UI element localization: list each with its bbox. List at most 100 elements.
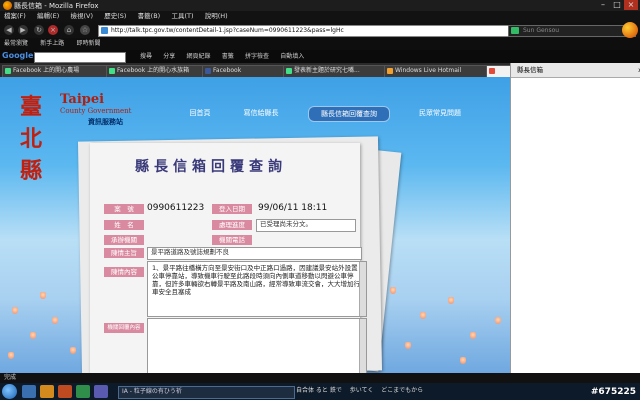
tab-favicon-icon [5,68,11,74]
tab-facebook[interactable]: Facebook [202,65,294,77]
taskbar: IA - 粒子線の有ひう祈 自合体 ると 鉄で 歩いてく どこまでもから #67… [0,383,640,400]
label-date: 登入日期 [212,204,252,214]
media-player-bar[interactable]: IA - 粒子線の有ひう祈 [118,386,295,399]
google-autofill-button[interactable]: 自動填入 [280,53,304,60]
menu-tools[interactable]: 工具(T) [171,12,193,20]
lantern-image [448,297,454,304]
lantern-image [420,312,426,319]
nav-faq[interactable]: 民眾常見問題 [410,106,470,120]
tab-label: Facebook 上的開心水族箱 [117,67,190,74]
close-button[interactable]: × [624,0,638,10]
firefox-taskbar-icon[interactable] [58,385,72,398]
tab-forum[interactable]: 發表新主題於研究七嘴... [283,65,395,77]
label-phone: 機關電話 [212,235,252,245]
tab-farm[interactable]: Facebook 上的開心農場 [2,65,117,77]
menu-edit[interactable]: 編輯(E) [37,12,59,20]
window-title-bar: 縣長信箱 - Mozilla Firefox – □ × [0,0,640,11]
maximize-button[interactable]: □ [610,0,624,10]
menu-view[interactable]: 檢視(V) [70,12,93,20]
stop-icon[interactable]: × [48,25,58,35]
logo-service: 資訊服務站 [88,118,123,126]
bookmark-latest-headlines[interactable]: 即時新聞 [77,40,101,47]
back-icon[interactable]: ◀ [4,25,14,35]
tab-label: Windows Live Hotmail [395,67,462,74]
firefox-icon [3,1,12,10]
sidebar-header: 縣長信箱 x [511,63,640,78]
lantern-image [405,342,411,349]
nav-write-letter[interactable]: 寫信給縣長 [236,106,286,120]
explorer-taskbar-icon[interactable] [22,385,36,398]
nav-reply-query[interactable]: 縣長信箱回覆查詢 [308,106,390,122]
menu-bookmarks[interactable]: 書籤(B) [138,12,161,20]
logo-chinese: 臺北縣 [20,94,43,184]
logo-english: Taipei [60,92,105,107]
bookmark-star-icon[interactable]: ☆ [80,25,90,35]
nav-home[interactable]: 回首頁 [180,106,220,120]
google-bookmarks-button[interactable]: 書籤 [222,53,234,60]
home-icon[interactable]: ⌂ [64,25,74,35]
lantern-image [460,357,466,364]
label-case-number: 案 號 [104,204,144,214]
label-reply: 機關回覆內容 [104,323,144,333]
menu-history[interactable]: 歷史(S) [104,12,126,20]
lantern-image [12,307,18,314]
bookmarks-toolbar: 最常瀏覽 新手上路 即時新聞 [0,38,640,50]
label-name: 姓 名 [104,220,144,230]
logo-english-sub: County Government [60,107,132,115]
reply-textarea[interactable] [147,318,367,373]
page-title: 縣長信箱回覆查詢 [135,159,287,175]
lantern-image [70,347,76,354]
tab-favicon-icon [489,68,495,74]
label-content: 陳情內容 [104,267,144,277]
media-taskbar-icon[interactable] [94,385,108,398]
lantern-image [30,332,36,339]
reload-icon[interactable]: ↻ [34,25,44,35]
label-agency: 承辦機關 [104,235,144,245]
google-toolbar: Google 搜尋 分享 網頁紀錄 書籤 拼字檢查 自動填入 [0,50,640,63]
forward-icon[interactable]: ▶ [18,25,28,35]
navigation-bar: ◀ ▶ ↻ × ⌂ ☆ http://talk.tpc.gov.tw/conte… [0,22,640,38]
now-playing-text: IA - 粒子線の有ひう祈 [122,388,182,395]
search-engine-icon [511,27,519,34]
menu-file[interactable]: 檔案(F) [4,12,26,20]
tab-aquarium[interactable]: Facebook 上的開心水族箱 [106,65,213,77]
start-button-icon[interactable] [2,384,17,399]
google-history-button[interactable]: 網頁紀錄 [187,53,211,60]
content-scrollbar[interactable] [359,262,366,316]
tab-label: Facebook [213,67,242,74]
url-bar[interactable]: http://talk.tpc.gov.tw/contentDetail-1.j… [98,25,512,37]
lantern-image [470,332,476,339]
google-search-input[interactable] [34,52,126,63]
page-content: 臺北縣 Taipei County Government 資訊服務站 回首頁 寫… [0,77,510,373]
bookmark-most-visited[interactable]: 最常瀏覽 [4,40,28,47]
status-field: 已受理尚未分文。 [256,219,356,232]
google-search-button[interactable]: 搜尋 [140,53,152,60]
sidebar-title: 縣長信箱 [517,66,543,74]
tab-favicon-icon [205,68,211,74]
folder-taskbar-icon[interactable] [40,385,54,398]
sidebar-panel: 縣長信箱 x [510,63,640,373]
google-spellcheck-button[interactable]: 拼字檢查 [245,53,269,60]
tab-hotmail[interactable]: Windows Live Hotmail [384,65,496,77]
status-text: 完成 [4,374,17,381]
content-text: 1、景平路往橋橫方向至景安街口及中正路口過路，因建議景安站外設置公車停靠站，導致… [152,264,360,296]
case-number-value: 0990611223 [147,203,205,213]
content-textarea[interactable]: 1、景平路往橋橫方向至景安街口及中正路口過路，因建議景安站外設置公車停靠站，導致… [147,261,367,317]
url-text: http://talk.tpc.gov.tw/contentDetail-1.j… [111,27,344,34]
google-share-button[interactable]: 分享 [163,53,175,60]
google-logo: Google [2,51,34,60]
label-status: 處理進度 [212,220,252,230]
minimize-button[interactable]: – [596,0,610,10]
tab-label: 發表新主題於研究七嘴... [294,67,360,74]
lantern-image [52,317,58,324]
label-subject: 陳情主旨 [104,248,144,258]
tab-favicon-icon [387,68,393,74]
browser-logo-icon [622,22,638,38]
tab-label: Facebook 上的開心農場 [13,67,80,74]
reply-scrollbar[interactable] [359,319,366,373]
bookmark-getting-started[interactable]: 新手上路 [40,40,64,47]
status-bar: 完成 [0,373,640,383]
search-input[interactable]: Sun Gensou [508,25,636,37]
app-taskbar-icon[interactable] [76,385,90,398]
menu-help[interactable]: 說明(H) [205,12,228,20]
